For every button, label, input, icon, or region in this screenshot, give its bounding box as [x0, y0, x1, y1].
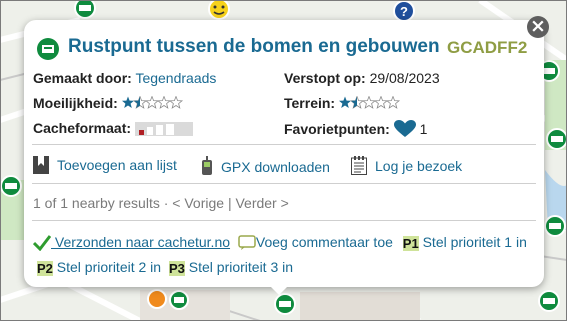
difficulty-row: Moeilijkheid:: [33, 95, 184, 113]
close-icon[interactable]: ×: [527, 16, 549, 38]
terrain-row: Terrein:: [284, 95, 401, 113]
smiley-marker-icon: [208, 0, 230, 20]
priority-3-icon: P3: [168, 261, 185, 276]
favorites-label: Favorietpunten:: [284, 121, 390, 137]
separator-line: [32, 220, 536, 221]
bookmark-list-icon: [33, 156, 49, 177]
placed-by-row: Gemaakt door: Tegendraads: [33, 70, 216, 86]
check-icon: [32, 235, 52, 257]
set-priority-1-link[interactable]: Stel prioriteit 1 in: [423, 234, 527, 250]
cache-marker-icon: [544, 215, 566, 237]
heart-icon: [393, 120, 416, 141]
gpx-download-label: GPX downloaden: [221, 159, 330, 175]
traditional-cache-icon: [37, 38, 59, 60]
difficulty-label: Moeilijkheid:: [33, 95, 118, 111]
separator-line: [32, 144, 536, 145]
set-priority-3-link[interactable]: Stel prioriteit 3 in: [189, 259, 293, 275]
hidden-date-value: 29/08/2023: [369, 70, 440, 86]
add-to-list-button[interactable]: Toevoegen aan lijst: [33, 156, 177, 177]
separator-line: [32, 183, 536, 184]
cache-title[interactable]: Rustpunt tussen de bomen en gebouwen: [68, 36, 440, 58]
gps-device-icon: [201, 156, 213, 179]
log-visit-label: Log je bezoek: [375, 158, 463, 174]
cache-marker-icon: [274, 293, 296, 315]
cache-marker-icon: [538, 290, 560, 312]
cache-marker-icon: [546, 128, 567, 150]
hidden-date-row: Verstopt op: 29/08/2023: [284, 70, 440, 86]
cachetur-extension-bar: Verzonden naar cachetur.no Voeg commenta…: [32, 232, 533, 278]
add-comment-link[interactable]: Voeg commentaar toe: [256, 234, 393, 250]
favorites-row: Favorietpunten: 1: [284, 120, 427, 141]
nearby-results-nav[interactable]: 1 of 1 nearby results · < Vorige | Verde…: [33, 195, 289, 211]
set-priority-2-link[interactable]: Stel prioriteit 2 in: [57, 259, 161, 275]
log-visit-button[interactable]: Log je bezoek: [351, 156, 462, 178]
svg-text:?: ?: [400, 4, 408, 19]
cache-marker-icon: [74, 0, 96, 19]
priority-2-icon: P2: [37, 261, 53, 276]
favorites-count: 1: [419, 121, 428, 137]
hidden-date-label: Verstopt op:: [284, 70, 366, 86]
cache-marker-icon: [169, 290, 189, 310]
priority-1-icon: P1: [402, 236, 419, 251]
placed-by-label: Gemaakt door:: [33, 70, 132, 86]
size-label: Cacheformaat:: [33, 120, 132, 136]
owner-link[interactable]: Tegendraads: [135, 70, 216, 86]
logbook-icon: [351, 156, 367, 178]
gpx-download-button[interactable]: GPX downloaden: [201, 156, 330, 179]
terrain-stars-icon: [338, 95, 401, 113]
terrain-label: Terrein:: [284, 95, 336, 111]
sent-to-cachetur-link[interactable]: Verzonden naar cachetur.no: [51, 234, 230, 250]
comment-icon: [238, 235, 256, 257]
mystery-marker-icon: ?: [393, 0, 415, 22]
add-to-list-label: Toevoegen aan lijst: [57, 157, 177, 173]
cache-marker-icon: [0, 175, 22, 197]
gc-code: GCADFF2: [447, 38, 528, 57]
cache-marker-icon: [147, 289, 167, 309]
cache-popup: Rustpunt tussen de bomen en gebouwen GCA…: [24, 20, 544, 287]
cache-size-icon: [134, 122, 193, 139]
popup-pointer: [267, 283, 291, 295]
difficulty-stars-icon: [121, 95, 184, 113]
size-row: Cacheformaat:: [33, 120, 193, 139]
